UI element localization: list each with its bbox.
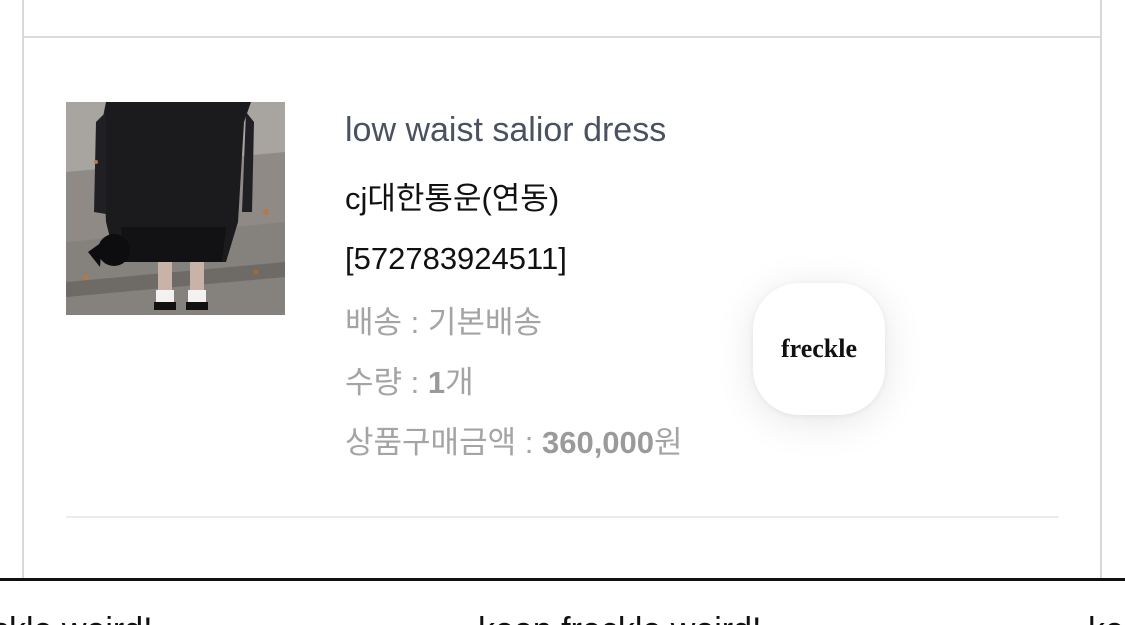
tracking-number[interactable]: [572783924511] (345, 225, 683, 293)
purchase-amount: 상품구매금액 : 360,000원 (345, 413, 683, 473)
quantity-value: 1 (427, 365, 446, 400)
marquee-text: ke (1088, 610, 1124, 625)
shipping-method: 배송 : 기본배송 (345, 293, 683, 353)
product-thumbnail[interactable] (66, 102, 285, 315)
shipping-value: 기본배송 (427, 305, 542, 340)
amount-unit: 원 (654, 425, 683, 460)
marquee-text: ckle weird! (0, 610, 153, 625)
quantity: 수량 : 1개 (345, 353, 683, 413)
shipping-label: 배송 : (345, 305, 428, 340)
product-photo (66, 102, 285, 315)
order-item-info: low waist salior dress cj대한통운(연동) [57278… (345, 105, 683, 473)
freckle-floating-button[interactable]: freckle (753, 283, 885, 415)
quantity-unit: 개 (445, 365, 474, 400)
marquee-text: keep freckle weird! (478, 610, 761, 625)
amount-value: 360,000 (541, 425, 655, 460)
amount-label: 상품구매금액 : (345, 425, 542, 460)
freckle-logo-text: freckle (780, 334, 858, 363)
quantity-label: 수량 : (345, 365, 428, 400)
carrier-name: cj대한통운(연동) (345, 181, 560, 216)
marquee-banner: ckle weird! keep freckle weird! ke (0, 600, 1125, 625)
marquee-divider (0, 578, 1125, 581)
product-name[interactable]: low waist salior dress (345, 105, 683, 155)
top-divider (24, 36, 1100, 38)
bottom-divider (66, 516, 1059, 518)
